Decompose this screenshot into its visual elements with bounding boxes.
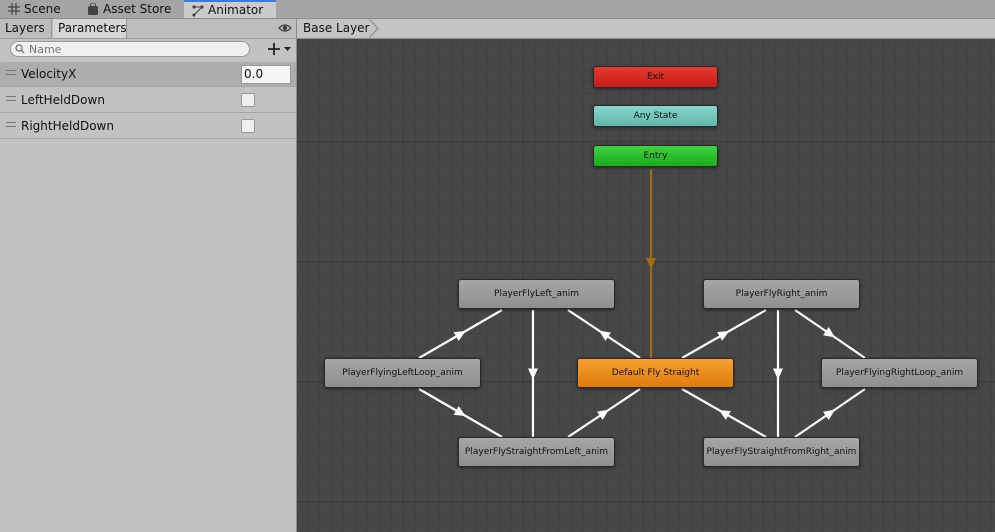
tab-parameters[interactable]: Parameters [53, 19, 127, 38]
tab-layers[interactable]: Layers [0, 19, 52, 38]
transition-arrow-icon [599, 330, 611, 341]
state-entry[interactable]: Entry [593, 145, 718, 167]
state-player-fly-straight-from-left[interactable]: PlayerFlyStraightFromLeft_anim [458, 437, 615, 467]
transition-arrow-icon [823, 327, 835, 338]
transition-arrow-icon [773, 368, 783, 380]
search-input[interactable] [29, 42, 239, 56]
tab-asset-store-label: Asset Store [103, 2, 172, 16]
parameter-row[interactable]: VelocityX 0.0 [0, 62, 296, 87]
parameter-name: LeftHeldDown [21, 93, 105, 107]
parameter-name: RightHeldDown [21, 119, 114, 133]
parameter-row[interactable]: RightHeldDown [0, 114, 296, 139]
transition-arrow-icon [597, 409, 609, 420]
parameter-value-field[interactable]: 0.0 [241, 65, 291, 84]
tab-asset-store[interactable]: Asset Store [79, 0, 181, 18]
tab-animator-label: Animator [208, 3, 264, 17]
state-player-fly-left[interactable]: PlayerFlyLeft_anim [458, 279, 615, 309]
parameters-panel: Layers Parameters VelocityX 0.0 LeftHeld… [0, 19, 297, 532]
search-row [0, 39, 296, 61]
tab-scene[interactable]: Scene [0, 0, 78, 18]
search-icon [15, 44, 25, 54]
parameter-checkbox[interactable] [241, 93, 255, 107]
tab-animator[interactable]: Animator [184, 0, 276, 18]
state-player-flying-left-loop[interactable]: PlayerFlyingLeftLoop_anim [324, 358, 481, 388]
parameter-name: VelocityX [21, 67, 77, 81]
drag-handle-icon[interactable] [6, 96, 16, 101]
state-player-flying-right-loop[interactable]: PlayerFlyingRightLoop_anim [821, 358, 978, 388]
state-player-fly-right[interactable]: PlayerFlyRight_anim [703, 279, 860, 309]
transition-arrow-icon [528, 368, 538, 380]
state-any-state[interactable]: Any State [593, 105, 718, 127]
graph-header: Base Layer [297, 19, 995, 39]
panel-tabs: Layers Parameters [0, 19, 296, 39]
animator-icon [192, 5, 204, 17]
breadcrumb[interactable]: Base Layer [297, 19, 373, 38]
entry-transition[interactable] [646, 169, 656, 358]
state-machine-graph[interactable]: Exit Any State Entry PlayerFlyLeft_anim … [297, 39, 995, 532]
breadcrumb-arrow-icon [369, 19, 379, 38]
state-player-fly-straight-from-right[interactable]: PlayerFlyStraightFromRight_anim [703, 437, 860, 467]
tab-scene-label: Scene [24, 2, 61, 16]
window-tab-strip: Scene Asset Store Animator [0, 0, 995, 19]
eye-icon[interactable] [278, 23, 292, 33]
parameter-checkbox[interactable] [241, 119, 255, 133]
state-exit[interactable]: Exit [593, 66, 718, 88]
drag-handle-icon[interactable] [6, 122, 16, 127]
grid-icon [8, 3, 20, 15]
state-default-fly-straight[interactable]: Default Fly Straight [577, 358, 734, 388]
add-parameter-button[interactable] [267, 41, 293, 57]
bag-icon [88, 3, 98, 15]
search-field[interactable] [10, 41, 250, 57]
drag-handle-icon[interactable] [6, 70, 16, 75]
transition-arrow-icon [823, 409, 835, 420]
parameter-row[interactable]: LeftHeldDown [0, 88, 296, 113]
